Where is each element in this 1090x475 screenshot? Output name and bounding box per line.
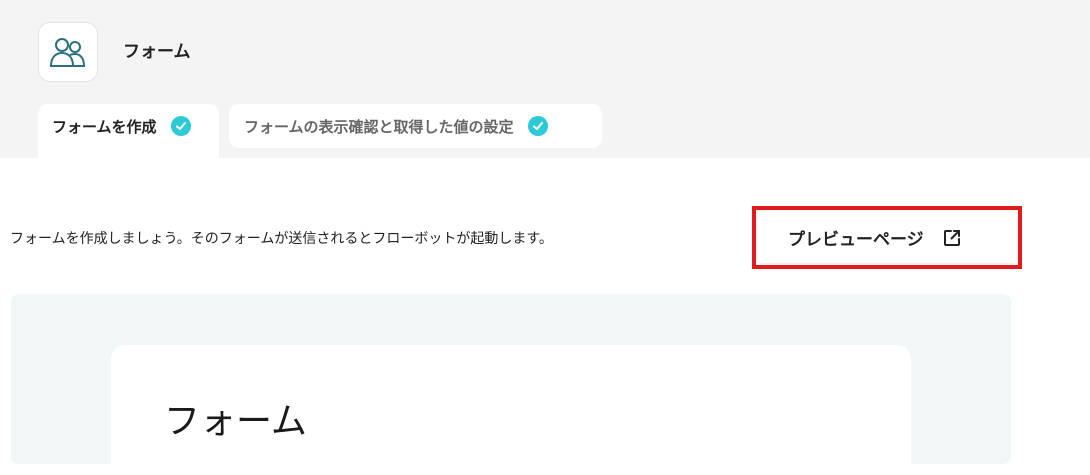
tab-form-display-settings[interactable]: フォームの表示確認と取得した値の設定 [229, 104, 602, 148]
app-icon [38, 22, 98, 82]
instruction-text: フォームを作成しましょう。そのフォームが送信されるとフローボットが起動します。 [10, 231, 553, 247]
tab-label: フォームを作成 [52, 117, 157, 136]
app-title: フォーム [123, 42, 191, 62]
preview-button-highlight [752, 206, 1022, 269]
tab-label: フォームの表示確認と取得した値の設定 [244, 117, 514, 136]
check-icon [170, 116, 191, 136]
users-icon [50, 38, 86, 67]
check-icon [527, 116, 548, 136]
form-title: フォーム [164, 401, 307, 442]
tab-create-form[interactable]: フォームを作成 [38, 104, 219, 158]
